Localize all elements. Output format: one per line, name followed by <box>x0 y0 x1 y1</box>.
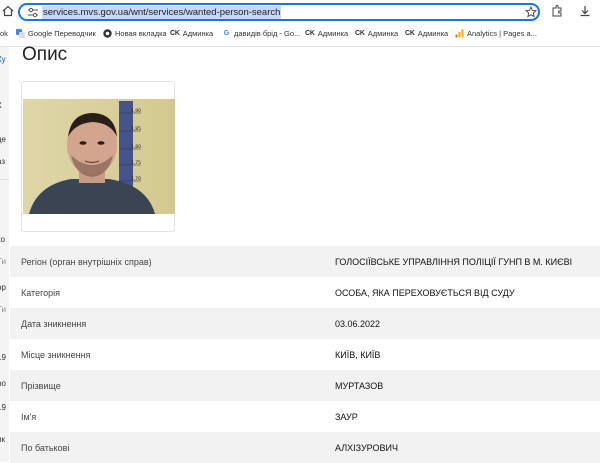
svg-text:1,70: 1,70 <box>131 176 141 182</box>
svg-text:1,85: 1,85 <box>131 126 141 132</box>
bookmark-item[interactable]: G давидів брід - Go... <box>222 29 301 38</box>
bookmark-item[interactable]: Analytics | Pages a... <box>455 29 537 38</box>
row-label: Категорія <box>21 287 61 298</box>
sidebar-text: Ти <box>0 257 7 266</box>
ck-icon: CK <box>405 30 415 37</box>
bookmark-item[interactable]: CK Админка <box>405 29 448 38</box>
table-row: Категорія ОСОБА, ЯКА ПЕРЕХОВУЄТЬСЯ ВІД С… <box>10 277 600 308</box>
google-translate-icon <box>16 29 25 38</box>
ck-icon: CK <box>355 30 365 37</box>
bookmark-star-icon[interactable] <box>525 6 537 18</box>
url-text[interactable]: services.mvs.gov.ua/wnt/services/wanted-… <box>42 6 282 19</box>
svg-text:1,75: 1,75 <box>131 160 141 166</box>
table-row: Дата зникнення 03.06.2022 <box>10 308 600 339</box>
bookmark-fragment[interactable]: ok <box>0 29 8 38</box>
row-value: АЛХІЗУРОВИЧ <box>335 442 398 453</box>
bookmarks-bar: ok Google Переводчик Новая вкладка CK Ад… <box>0 26 600 42</box>
table-row: Прізвище МУРТАЗОВ <box>10 370 600 401</box>
person-photo-card[interactable]: 1,90 1,85 1,80 1,75 1,70 1,65 <box>21 81 175 232</box>
bookmark-item[interactable]: CK Админка <box>170 29 213 38</box>
sidebar-text: ор <box>0 283 6 292</box>
site-settings-icon[interactable] <box>27 7 39 18</box>
sidebar-text: це <box>0 135 6 144</box>
sidebar-text: К <box>0 101 2 110</box>
sidebar-text: 19 <box>0 403 6 412</box>
row-label: Прізвище <box>21 380 61 391</box>
table-row: Ім'я ЗАУР <box>10 401 600 432</box>
sidebar-text: 19 <box>0 353 6 362</box>
row-label: По батькові <box>21 442 70 453</box>
row-label: Місце зникнення <box>21 349 91 360</box>
sidebar-text: аз <box>0 157 6 166</box>
sidebar-text: Ти <box>0 305 7 314</box>
page-title: Опис <box>22 44 68 65</box>
download-icon[interactable] <box>579 5 591 17</box>
row-value: ОСОБА, ЯКА ПЕРЕХОВУЄТЬСЯ ВІД СУДУ <box>335 287 515 298</box>
person-photo[interactable]: 1,90 1,85 1,80 1,75 1,70 1,65 <box>23 99 175 214</box>
bookmark-item[interactable]: Новая вкладка <box>103 29 167 38</box>
home-icon[interactable] <box>2 5 14 17</box>
sidebar-text: ко <box>0 235 6 244</box>
bookmark-item[interactable]: CK Админка <box>305 29 348 38</box>
row-label: Дата зникнення <box>21 318 87 329</box>
sidebar-fragment: Ку К це аз ко Ти ор Ти 19 ро 19 ик <box>0 47 9 462</box>
bookmark-item[interactable]: Google Переводчик <box>16 29 96 38</box>
row-value: ГОЛОСІЇВСЬКЕ УПРАВЛІННЯ ПОЛІЦІЇ ГУНП В М… <box>335 256 573 267</box>
row-value: 03.06.2022 <box>335 318 381 329</box>
browser-toolbar: services.mvs.gov.ua/wnt/services/wanted-… <box>0 0 600 47</box>
table-row: Регіон (орган внутрішніх справ) ГОЛОСІЇВ… <box>10 246 600 277</box>
sidebar-text: Ку <box>0 55 6 64</box>
analytics-icon <box>455 29 464 38</box>
chrome-icon <box>103 29 112 38</box>
table-row: По батькові АЛХІЗУРОВИЧ <box>10 432 600 463</box>
row-label: Ім'я <box>21 411 37 422</box>
sidebar-text: ик <box>0 435 5 444</box>
person-details-table: Регіон (орган внутрішніх справ) ГОЛОСІЇВ… <box>10 246 600 463</box>
extensions-icon[interactable] <box>551 5 563 17</box>
row-label: Регіон (орган внутрішніх справ) <box>21 256 152 267</box>
ck-icon: CK <box>170 30 180 37</box>
bookmark-item[interactable]: CK Админка <box>355 29 398 38</box>
divider <box>0 179 9 180</box>
sidebar-text: ро <box>0 379 6 388</box>
address-bar[interactable]: services.mvs.gov.ua/wnt/services/wanted-… <box>18 3 540 21</box>
svg-text:1,80: 1,80 <box>131 144 141 150</box>
google-icon: G <box>223 30 230 37</box>
row-value: ЗАУР <box>335 411 358 422</box>
row-value: КИЇВ, КИЇВ <box>335 349 381 360</box>
svg-text:1,90: 1,90 <box>131 108 141 114</box>
ck-icon: CK <box>305 30 315 37</box>
table-row: Місце зникнення КИЇВ, КИЇВ <box>10 339 600 370</box>
row-value: МУРТАЗОВ <box>335 380 384 391</box>
